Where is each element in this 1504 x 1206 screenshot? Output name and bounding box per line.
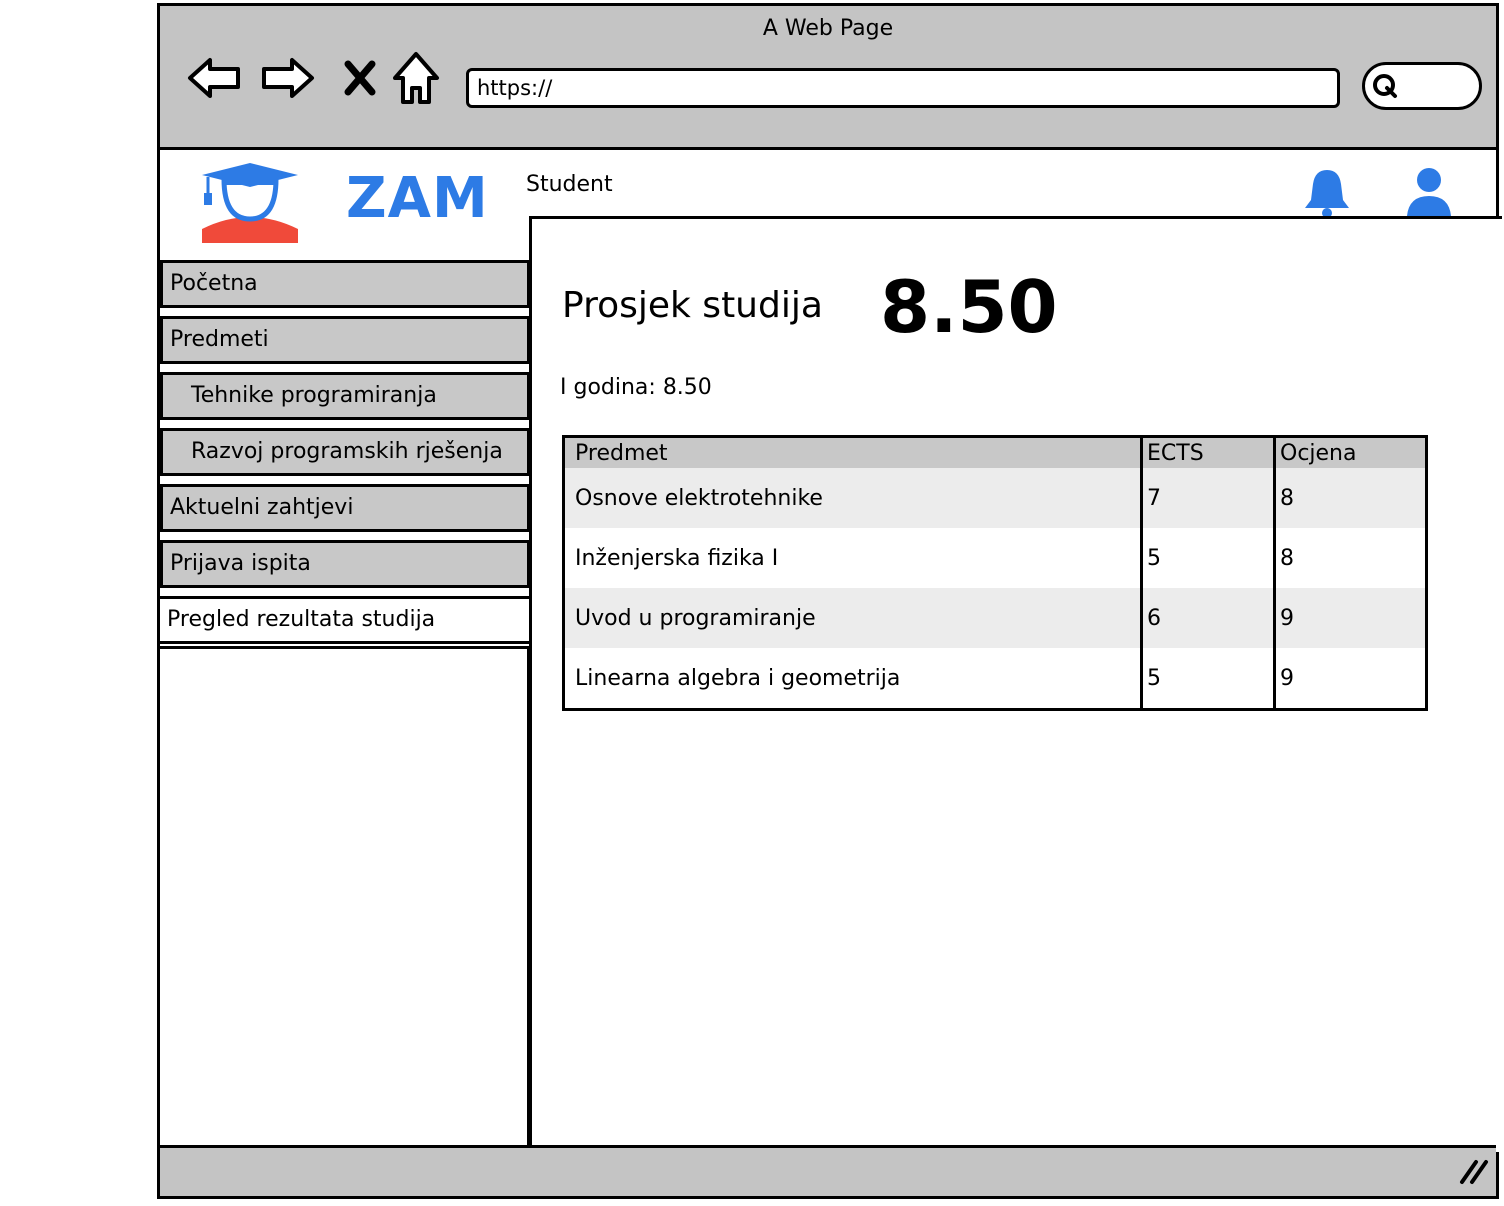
subject-cell: Linearna algebra i geometrija (563, 648, 1143, 710)
subject-cell: Inženjerska fizika I (563, 528, 1143, 588)
table-row[interactable]: Osnove elektrotehnike 7 8 (563, 468, 1427, 528)
subject-cell: Osnove elektrotehnike (563, 468, 1143, 528)
sidebar-item-aktuelni-zahtjevi[interactable]: Aktuelni zahtjevi (160, 484, 530, 532)
back-arrow-icon[interactable] (186, 50, 242, 106)
sidebar-item-label: Razvoj programskih rješenja (191, 439, 503, 464)
sidebar-item-prijava-ispita[interactable]: Prijava ispita (160, 540, 530, 588)
forward-arrow-icon[interactable] (260, 50, 316, 106)
status-bar (160, 1145, 1496, 1196)
brand-name: ZAM (346, 166, 489, 231)
column-header: Predmet (563, 436, 1143, 468)
column-header: Ocjena (1274, 436, 1427, 468)
sidebar-item-razvoj-programskih-rjesenja[interactable]: Razvoj programskih rješenja (160, 428, 530, 476)
window-title: A Web Page (762, 16, 894, 41)
table-row[interactable]: Linearna algebra i geometrija 5 9 (563, 648, 1427, 710)
ects-cell: 6 (1141, 588, 1276, 648)
sidebar-item-pocetna[interactable]: Početna (160, 260, 530, 308)
sidebar-item-pregled-rezultata[interactable]: Pregled rezultata studija (160, 596, 530, 644)
sidebar-item-label: Aktuelni zahtjevi (170, 495, 354, 520)
sidebar-item-label: Predmeti (170, 327, 269, 352)
sidebar-item-label: Pregled rezultata studija (167, 607, 436, 632)
browser-chrome: A Web Page https:// (160, 6, 1496, 150)
average-label: Prosjek studija (562, 285, 823, 326)
graduate-logo-icon (198, 161, 302, 247)
ects-cell: 5 (1141, 648, 1276, 710)
user-role: Student (526, 172, 613, 197)
sidebar-item-tehnike-programiranja[interactable]: Tehnike programiranja (160, 372, 530, 420)
subject-cell: Uvod u programiranje (563, 588, 1143, 648)
grades-table: Predmet ECTS Ocjena Osnove elektrotehnik… (562, 435, 1428, 711)
search-box[interactable] (1362, 62, 1482, 110)
ects-cell: 5 (1141, 528, 1276, 588)
home-icon[interactable] (388, 50, 444, 106)
grade-cell: 8 (1280, 545, 1294, 571)
table-row[interactable]: Uvod u programiranje 6 9 (563, 588, 1427, 648)
browser-window: A Web Page https:// ZAM Student Početna … (157, 3, 1502, 1199)
grade-cell: 8 (1274, 468, 1427, 528)
table-header-row: Predmet ECTS Ocjena (563, 436, 1427, 468)
grade-cell: 9 (1280, 665, 1294, 691)
close-x-icon[interactable] (332, 50, 388, 106)
resize-handle-icon[interactable] (1458, 1156, 1490, 1190)
url-input[interactable]: https:// (466, 68, 1340, 108)
column-header: ECTS (1141, 436, 1276, 468)
ects-cell: 7 (1141, 468, 1276, 528)
sidebar-item-label: Tehnike programiranja (191, 383, 437, 408)
sidebar-item-label: Početna (170, 271, 258, 296)
search-icon (1373, 74, 1397, 98)
grade-cell: 9 (1274, 588, 1427, 648)
sidebar-item-predmeti[interactable]: Predmeti (160, 316, 530, 364)
sidebar-empty-area (160, 646, 530, 1150)
sidebar-item-label: Prijava ispita (170, 551, 311, 576)
year-summary: I godina: 8.50 (560, 375, 712, 400)
average-value: 8.50 (880, 265, 1058, 349)
main-content: Prosjek studija 8.50 I godina: 8.50 Pred… (529, 216, 1502, 1152)
table-row[interactable]: Inženjerska fizika I 5 8 (563, 528, 1427, 588)
